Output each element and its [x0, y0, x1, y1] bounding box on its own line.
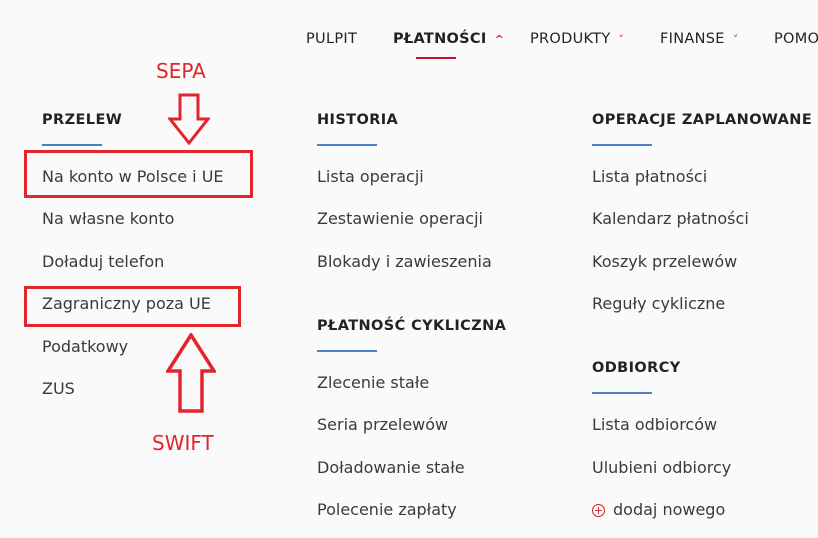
link-lista-odbiorcow[interactable]: Lista odbiorców	[592, 415, 717, 434]
link-kalendarz-platnosci[interactable]: Kalendarz płatności	[592, 209, 749, 228]
link-koszyk-przelewow[interactable]: Koszyk przelewów	[592, 252, 737, 271]
sepa-annotation: SEPA	[156, 59, 206, 83]
nav-finanse[interactable]: FINANSE ˅	[660, 31, 739, 47]
link-blokady-i-zawieszenia[interactable]: Blokady i zawieszenia	[317, 252, 492, 271]
heading-underline	[317, 144, 377, 146]
nav-pomoc[interactable]: POMO	[774, 31, 818, 47]
platnosc-cykliczna-heading: PŁATNOŚĆ CYKLICZNA	[317, 318, 507, 334]
link-lista-platnosci[interactable]: Lista płatności	[592, 167, 707, 186]
link-na-wlasne-konto[interactable]: Na własne konto	[42, 209, 174, 228]
heading-underline	[42, 144, 102, 146]
link-seria-przelewow[interactable]: Seria przelewów	[317, 415, 448, 434]
link-polecenie-zaplaty[interactable]: Polecenie zapłaty	[317, 500, 457, 519]
nav-pulpit-label: PULPIT	[306, 31, 358, 47]
link-reguly-cykliczne[interactable]: Reguły cykliczne	[592, 294, 725, 313]
nav-pulpit[interactable]: PULPIT	[306, 31, 357, 47]
dodaj-nowego-label: dodaj nowego	[613, 500, 726, 519]
plus-circle-icon: +	[592, 504, 605, 517]
nav-finanse-label: FINANSE	[660, 31, 725, 47]
heading-underline	[317, 350, 377, 352]
odbiorcy-heading: ODBIORCY	[592, 360, 681, 376]
active-tab-indicator	[416, 57, 456, 59]
link-dodaj-nowego[interactable]: + dodaj nowego	[592, 500, 725, 519]
top-navigation: PULPIT PŁATNOŚCI ^ PRODUKTY ˅ FINANSE ˅ POM…	[0, 0, 818, 70]
nav-produkty-label: PRODUKTY	[530, 31, 611, 47]
link-zestawienie-operacji[interactable]: Zestawienie operacji	[317, 209, 483, 228]
link-ulubieni-odbiorcy[interactable]: Ulubieni odbiorcy	[592, 458, 731, 477]
arrow-up-icon	[166, 333, 216, 413]
link-doladuj-telefon[interactable]: Doładuj telefon	[42, 252, 164, 271]
link-zus[interactable]: ZUS	[42, 379, 75, 398]
link-lista-operacji[interactable]: Lista operacji	[317, 167, 424, 186]
nav-platnosci-label: PŁATNOŚCI	[393, 31, 487, 47]
highlight-box-swift	[24, 286, 241, 327]
operacje-zaplanowane-heading: OPERACJE ZAPLANOWANE	[592, 112, 813, 128]
chevron-up-icon: ^	[494, 33, 505, 46]
chevron-down-icon: ˅	[618, 33, 625, 46]
nav-platnosci[interactable]: PŁATNOŚCI ^	[393, 31, 504, 47]
swift-annotation: SWIFT	[152, 431, 214, 455]
link-doladowanie-stale[interactable]: Doładowanie stałe	[317, 458, 465, 477]
link-zlecenie-stale[interactable]: Zlecenie stałe	[317, 373, 429, 392]
chevron-down-icon: ˅	[732, 33, 739, 46]
heading-underline	[592, 144, 652, 146]
nav-pomoc-label: POMO	[774, 31, 818, 47]
historia-heading: HISTORIA	[317, 112, 399, 128]
highlight-box-sepa	[24, 150, 253, 198]
arrow-down-icon	[168, 93, 210, 145]
heading-underline	[592, 392, 652, 394]
link-podatkowy[interactable]: Podatkowy	[42, 337, 128, 356]
nav-produkty[interactable]: PRODUKTY ˅	[530, 31, 624, 47]
przelew-heading: PRZELEW	[42, 112, 123, 128]
